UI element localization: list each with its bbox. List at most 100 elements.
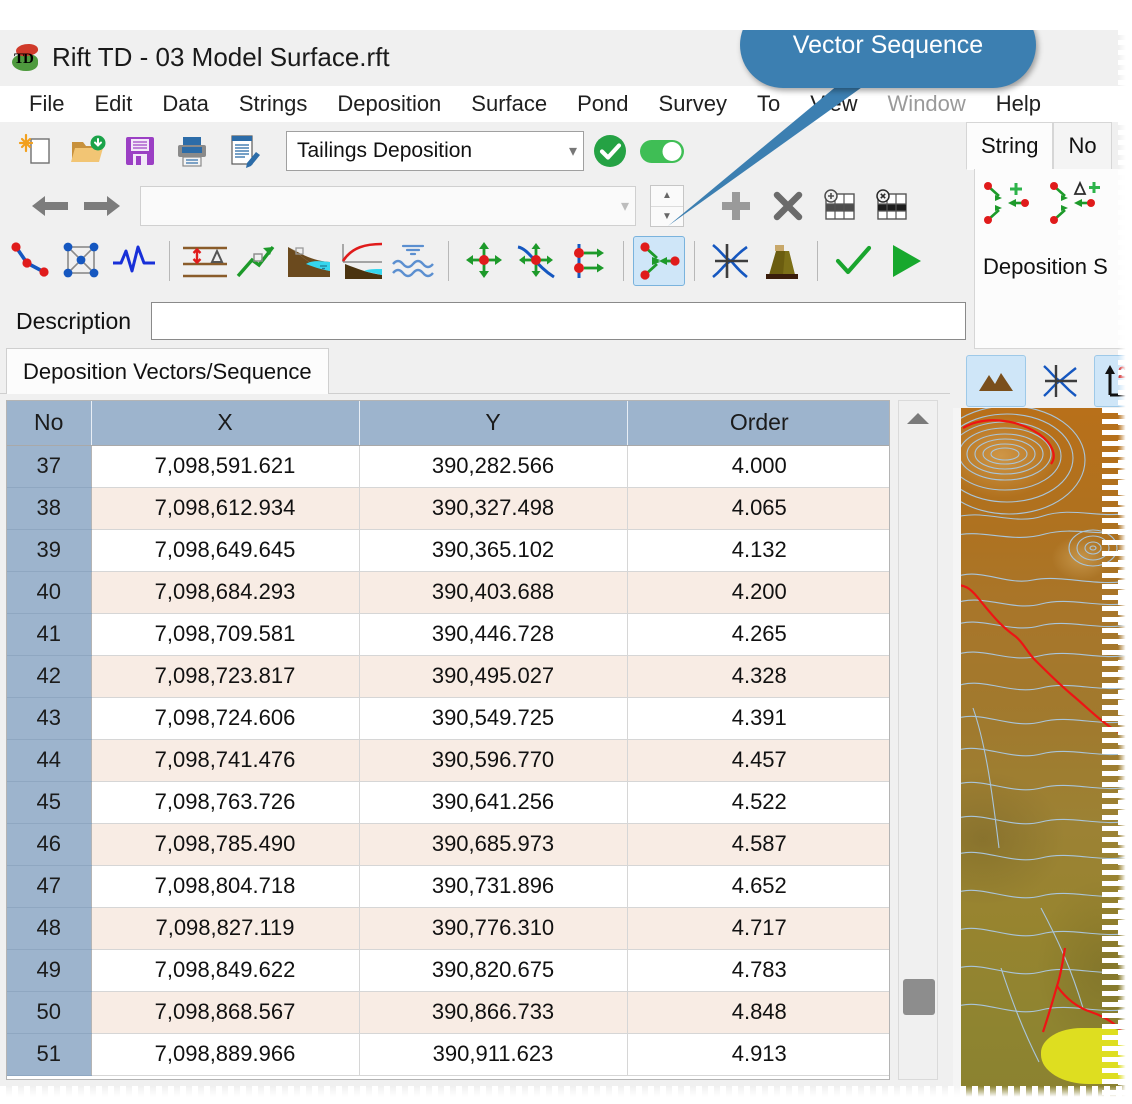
cell-no[interactable]: 37 — [7, 445, 92, 488]
edit-document-button[interactable] — [218, 126, 270, 176]
cell-y[interactable]: 390,495.027 — [359, 655, 628, 698]
model-select[interactable]: Tailings Deposition ▾ — [286, 131, 584, 171]
description-input[interactable] — [151, 302, 966, 340]
beach-curve-button[interactable] — [335, 236, 387, 286]
cell-no[interactable]: 46 — [7, 823, 92, 866]
print-button[interactable] — [166, 126, 218, 176]
vector-add-button[interactable] — [981, 179, 1043, 236]
axes-2d-view-button[interactable]: 2 — [1094, 355, 1132, 407]
delete-button[interactable] — [762, 181, 814, 231]
move-point-button[interactable] — [458, 236, 510, 286]
cell-order[interactable]: 4.587 — [627, 823, 889, 866]
back-button[interactable] — [24, 181, 76, 231]
table-row[interactable]: 46 7,098,785.490 390,685.973 4.587 — [7, 823, 889, 866]
table-row[interactable]: 49 7,098,849.622 390,820.675 4.783 — [7, 949, 889, 992]
cell-order[interactable]: 4.848 — [627, 991, 889, 1034]
cell-y[interactable]: 390,365.102 — [359, 529, 628, 572]
crosshair-curve-button[interactable] — [704, 236, 756, 286]
cell-x[interactable]: 7,098,763.726 — [91, 781, 360, 824]
mesh-button[interactable] — [56, 236, 108, 286]
cell-order[interactable]: 4.783 — [627, 949, 889, 992]
menu-pond[interactable]: Pond — [562, 86, 643, 122]
table-row[interactable]: 42 7,098,723.817 390,495.027 4.328 — [7, 655, 889, 698]
cell-x[interactable]: 7,098,591.621 — [91, 445, 360, 488]
insert-row-button[interactable] — [814, 181, 866, 231]
cell-x[interactable]: 7,098,827.119 — [91, 907, 360, 950]
menu-tools[interactable]: To — [742, 86, 795, 122]
cell-x[interactable]: 7,098,868.567 — [91, 991, 360, 1034]
cell-no[interactable]: 48 — [7, 907, 92, 950]
move-curve-button[interactable] — [510, 236, 562, 286]
accept-button[interactable] — [584, 126, 636, 176]
cell-order[interactable]: 4.522 — [627, 781, 889, 824]
tab-deposition-vectors-sequence[interactable]: Deposition Vectors/Sequence — [6, 348, 329, 394]
table-row[interactable]: 40 7,098,684.293 390,403.688 4.200 — [7, 571, 889, 614]
cell-no[interactable]: 45 — [7, 781, 92, 824]
polyline-button[interactable] — [4, 236, 56, 286]
menu-view[interactable]: View — [795, 86, 872, 122]
column-header-order[interactable]: Order — [627, 401, 889, 446]
cell-x[interactable]: 7,098,741.476 — [91, 739, 360, 782]
menu-edit[interactable]: Edit — [79, 86, 147, 122]
menu-help[interactable]: Help — [981, 86, 1056, 122]
water-waves-button[interactable] — [387, 236, 439, 286]
offset-vector-button[interactable] — [562, 236, 614, 286]
table-row[interactable]: 47 7,098,804.718 390,731.896 4.652 — [7, 865, 889, 908]
table-vertical-scrollbar[interactable] — [898, 400, 938, 1080]
table-row[interactable]: 48 7,098,827.119 390,776.310 4.717 — [7, 907, 889, 950]
menu-survey[interactable]: Survey — [644, 86, 742, 122]
stack-button[interactable] — [756, 236, 808, 286]
cell-order[interactable]: 4.000 — [627, 445, 889, 488]
menu-deposition[interactable]: Deposition — [322, 86, 456, 122]
index-spinner[interactable]: ▲ ▼ — [650, 185, 684, 227]
cell-x[interactable]: 7,098,804.718 — [91, 865, 360, 908]
apply-button[interactable] — [827, 236, 879, 286]
cell-y[interactable]: 390,866.733 — [359, 991, 628, 1034]
cell-x[interactable]: 7,098,785.490 — [91, 823, 360, 866]
cell-no[interactable]: 40 — [7, 571, 92, 614]
waveform-button[interactable] — [108, 236, 160, 286]
beach-profile-button[interactable] — [283, 236, 335, 286]
cell-x[interactable]: 7,098,849.622 — [91, 949, 360, 992]
table-row[interactable]: 51 7,098,889.966 390,911.623 4.913 — [7, 1033, 889, 1076]
crosshair-curve-view-button[interactable] — [1030, 355, 1090, 407]
cell-order[interactable]: 4.065 — [627, 487, 889, 530]
cell-no[interactable]: 42 — [7, 655, 92, 698]
column-header-y[interactable]: Y — [359, 401, 628, 446]
cell-no[interactable]: 38 — [7, 487, 92, 530]
scroll-up-arrow-icon[interactable] — [907, 413, 929, 424]
cell-order[interactable]: 4.328 — [627, 655, 889, 698]
cell-y[interactable]: 390,641.256 — [359, 781, 628, 824]
delete-row-button[interactable] — [866, 181, 918, 231]
cell-no[interactable]: 41 — [7, 613, 92, 656]
cell-x[interactable]: 7,098,709.581 — [91, 613, 360, 656]
cell-x[interactable]: 7,098,612.934 — [91, 487, 360, 530]
cell-x[interactable]: 7,098,649.645 — [91, 529, 360, 572]
column-header-no[interactable]: No — [7, 401, 92, 446]
cell-order[interactable]: 4.391 — [627, 697, 889, 740]
cell-order[interactable]: 4.200 — [627, 571, 889, 614]
cell-no[interactable]: 43 — [7, 697, 92, 740]
tab-string[interactable]: String — [966, 122, 1054, 170]
cell-order[interactable]: 4.717 — [627, 907, 889, 950]
new-document-button[interactable] — [10, 126, 62, 176]
forward-button[interactable] — [76, 181, 128, 231]
scroll-thumb[interactable] — [903, 979, 935, 1015]
spinner-up-icon[interactable]: ▲ — [651, 186, 683, 207]
column-header-x[interactable]: X — [91, 401, 360, 446]
cell-no[interactable]: 47 — [7, 865, 92, 908]
vector-delta-add-button[interactable] — [1047, 179, 1109, 236]
cell-y[interactable]: 390,731.896 — [359, 865, 628, 908]
table-row[interactable]: 38 7,098,612.934 390,327.498 4.065 — [7, 487, 889, 530]
cell-order[interactable]: 4.652 — [627, 865, 889, 908]
open-folder-button[interactable] — [62, 126, 114, 176]
table-row[interactable]: 44 7,098,741.476 390,596.770 4.457 — [7, 739, 889, 782]
cell-y[interactable]: 390,911.623 — [359, 1033, 628, 1076]
cell-y[interactable]: 390,776.310 — [359, 907, 628, 950]
cell-y[interactable]: 390,596.770 — [359, 739, 628, 782]
callout-bubble[interactable]: Vector Sequence — [740, 2, 1036, 88]
slope-arrow-button[interactable] — [231, 236, 283, 286]
cell-x[interactable]: 7,098,889.966 — [91, 1033, 360, 1076]
run-button[interactable] — [879, 236, 931, 286]
menu-data[interactable]: Data — [147, 86, 223, 122]
